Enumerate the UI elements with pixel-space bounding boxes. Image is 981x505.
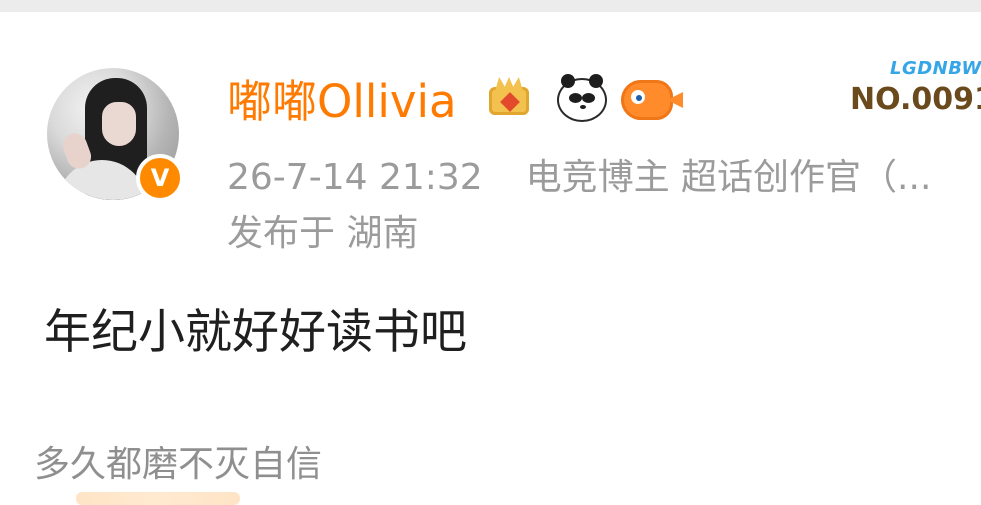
top-divider bbox=[0, 0, 981, 12]
panda-face bbox=[557, 74, 607, 122]
post-meta-line: 26-7-14 21:32 电竞博主 超话创作官（... bbox=[227, 148, 931, 200]
crown-icon-graphic bbox=[481, 77, 533, 123]
fan-badge-number[interactable]: NO.0091 bbox=[850, 82, 981, 117]
crown-jewel bbox=[500, 92, 520, 112]
footer-highlight bbox=[76, 492, 240, 505]
panda-eye-left bbox=[569, 93, 582, 103]
panda-ear-right bbox=[589, 74, 603, 88]
panda-emoji-icon[interactable] bbox=[556, 74, 608, 126]
crown-badge-icon[interactable] bbox=[481, 74, 533, 126]
fish-body bbox=[621, 80, 683, 120]
panda-ear-left bbox=[561, 74, 575, 88]
author-role[interactable]: 电竞博主 超话创作官（... bbox=[526, 157, 932, 198]
fish-emoji-icon[interactable] bbox=[621, 74, 683, 126]
footer-signature: 多久都磨不灭自信 bbox=[34, 444, 323, 485]
post-text: 年纪小就好好读书吧 bbox=[44, 305, 467, 360]
username[interactable]: 嘟嘟Ollivia bbox=[227, 72, 457, 132]
panda-nose bbox=[580, 105, 586, 109]
panda-eye-right bbox=[582, 93, 595, 103]
fish-eye bbox=[631, 90, 645, 104]
post-time: 26-7-14 21:32 bbox=[227, 157, 483, 198]
fish-fin bbox=[667, 92, 683, 108]
avatar-face bbox=[102, 102, 136, 146]
post-location: 发布于 湖南 bbox=[227, 213, 419, 254]
fan-badge-brand[interactable]: LGDNBW bbox=[890, 58, 981, 79]
verified-v-badge-icon: V bbox=[136, 154, 184, 202]
